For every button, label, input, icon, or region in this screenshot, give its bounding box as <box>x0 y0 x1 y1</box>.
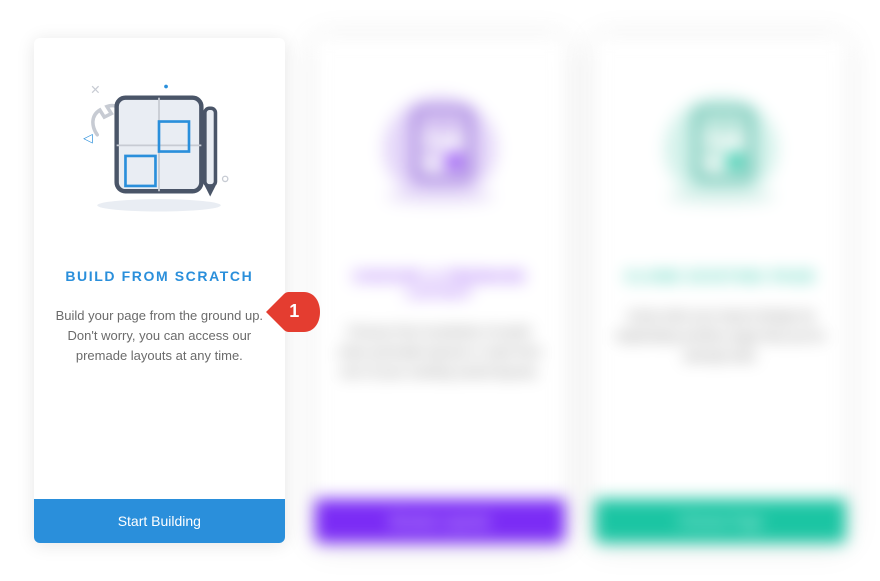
premade-illustration-icon <box>350 68 530 228</box>
card-description: Build your page from the ground up. Don'… <box>52 306 267 366</box>
svg-text:◁: ◁ <box>83 131 93 145</box>
svg-text:●: ● <box>164 81 169 91</box>
card-description: Choose from hundreds of world-class prem… <box>333 322 548 382</box>
card-choose-premade-layout[interactable]: CHOOSE A PREMADE LAYOUT Choose from hund… <box>315 38 566 543</box>
card-body: CLONE EXISTING PAGE Jump-start your layo… <box>595 38 846 499</box>
browse-layouts-button[interactable]: Browse Layouts <box>315 499 566 543</box>
card-body: CHOOSE A PREMADE LAYOUT Choose from hund… <box>315 38 566 499</box>
choose-page-button[interactable]: Choose Page <box>595 499 846 543</box>
layout-option-cards: ◁ ● ✕ <box>0 0 880 565</box>
scratch-illustration-icon: ◁ ● ✕ <box>69 68 249 228</box>
card-build-from-scratch[interactable]: ◁ ● ✕ <box>34 38 285 543</box>
card-title: BUILD FROM SCRATCH <box>65 268 253 284</box>
clone-illustration-icon <box>631 68 811 228</box>
start-building-button[interactable]: Start Building <box>34 499 285 543</box>
card-title: CLONE EXISTING PAGE <box>625 268 816 284</box>
card-clone-existing-page[interactable]: CLONE EXISTING PAGE Jump-start your layo… <box>595 38 846 543</box>
card-description: Jump-start your layout design by duplica… <box>613 306 828 366</box>
card-body: ◁ ● ✕ <box>34 38 285 499</box>
svg-text:✕: ✕ <box>91 83 101 97</box>
card-title: CHOOSE A PREMADE LAYOUT <box>333 268 548 300</box>
